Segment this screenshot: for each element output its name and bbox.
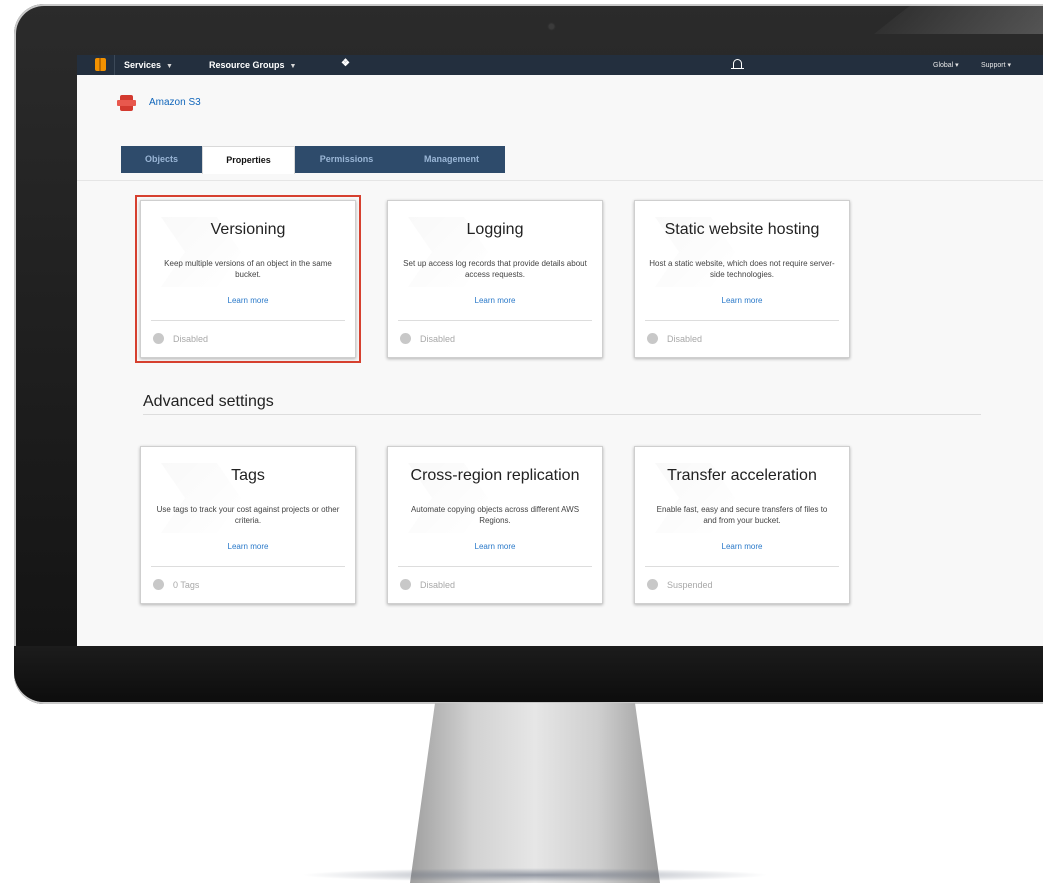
card-title: Cross-region replication — [410, 467, 580, 484]
logging-card[interactable]: Logging Set up access log records that p… — [387, 200, 603, 358]
services-label: Services — [124, 60, 162, 70]
stand-shadow — [300, 868, 770, 882]
support-label: Support — [981, 62, 1006, 69]
aws-cube-icon[interactable] — [95, 58, 106, 71]
learn-more-link[interactable]: Learn more — [141, 542, 355, 551]
learn-more-link[interactable]: Learn more — [388, 296, 602, 305]
monitor-stand — [410, 703, 660, 883]
region-menu[interactable]: Global ▾ — [933, 61, 959, 69]
nav-divider — [114, 55, 115, 75]
chevron-down-icon: ▼ — [166, 63, 173, 70]
status-indicator-icon — [400, 579, 411, 590]
learn-more-link[interactable]: Learn more — [388, 542, 602, 551]
monitor-bezel: Services ▼ Resource Groups ▼ ❖ Global ▾ Su… — [14, 4, 1043, 704]
status-text: Disabled — [667, 334, 703, 344]
status-text: Suspended — [667, 580, 713, 590]
card-description: Host a static website, which does not re… — [649, 259, 835, 279]
card-divider — [398, 566, 592, 567]
card-title: Tags — [231, 467, 265, 484]
versioning-card[interactable]: Versioning Keep multiple versions of an … — [135, 195, 361, 363]
resource-groups-menu[interactable]: Resource Groups ▼ — [209, 60, 296, 70]
camera-dot — [549, 24, 554, 29]
bell-icon[interactable] — [731, 59, 744, 69]
card-divider — [645, 320, 839, 321]
card-description: Use tags to track your cost against proj… — [156, 505, 340, 525]
card-description: Automate copying objects across differen… — [410, 505, 580, 525]
top-navigation-bar: Services ▼ Resource Groups ▼ ❖ Global ▾ Su… — [77, 55, 1043, 75]
learn-more-link[interactable]: Learn more — [635, 296, 849, 305]
resource-groups-label: Resource Groups — [209, 60, 285, 70]
monitor-chin — [14, 646, 1043, 702]
learn-more-link[interactable]: Learn more — [635, 542, 849, 551]
card-divider — [151, 566, 345, 567]
s3-bucket-icon — [117, 95, 136, 111]
card-title: Transfer acceleration — [667, 467, 817, 484]
section-divider — [143, 414, 981, 415]
status-text: Disabled — [173, 334, 209, 344]
screen-glare — [874, 4, 1043, 34]
card-description: Set up access log records that provide d… — [403, 259, 587, 279]
card-title: Logging — [466, 221, 524, 238]
service-header: Amazon S3 Objects Properties Permissions… — [77, 75, 1043, 181]
region-label: Global — [933, 62, 954, 69]
status-indicator-icon — [153, 579, 164, 590]
status-indicator-icon — [400, 333, 411, 344]
learn-more-link[interactable]: Learn more — [141, 296, 355, 305]
status-text: Disabled — [420, 334, 456, 344]
services-menu[interactable]: Services ▼ — [124, 60, 173, 70]
support-menu[interactable]: Support ▾ — [981, 61, 1011, 69]
tab-permissions[interactable]: Permissions — [295, 146, 398, 173]
card-description: Keep multiple versions of an object in t… — [164, 259, 332, 279]
status-indicator-icon — [647, 333, 658, 344]
pin-icon[interactable]: ❖ — [341, 58, 350, 69]
tab-management[interactable]: Management — [398, 146, 505, 173]
advanced-settings-heading: Advanced settings — [143, 393, 274, 410]
status-text: 0 Tags — [173, 580, 200, 590]
card-divider — [151, 320, 345, 321]
card-title: Static website hosting — [664, 221, 820, 238]
status-indicator-icon — [153, 333, 164, 344]
breadcrumb-amazon-s3[interactable]: Amazon S3 — [149, 97, 201, 108]
card-title: Versioning — [210, 221, 286, 238]
card-divider — [645, 566, 839, 567]
tab-objects[interactable]: Objects — [121, 146, 202, 173]
card-divider — [398, 320, 592, 321]
card-description: Enable fast, easy and secure transfers o… — [656, 505, 828, 525]
status-indicator-icon — [647, 579, 658, 590]
status-text: Disabled — [420, 580, 456, 590]
cross-region-replication-card[interactable]: Cross-region replication Automate copyin… — [387, 446, 603, 604]
transfer-acceleration-card[interactable]: Transfer acceleration Enable fast, easy … — [634, 446, 850, 604]
chevron-down-icon: ▼ — [289, 63, 297, 70]
tags-card[interactable]: Tags Use tags to track your cost against… — [140, 446, 356, 604]
tab-properties[interactable]: Properties — [202, 146, 295, 174]
static-website-hosting-card[interactable]: Static website hosting Host a static web… — [634, 200, 850, 358]
screen: Services ▼ Resource Groups ▼ ❖ Global ▾ Su… — [77, 55, 1043, 650]
